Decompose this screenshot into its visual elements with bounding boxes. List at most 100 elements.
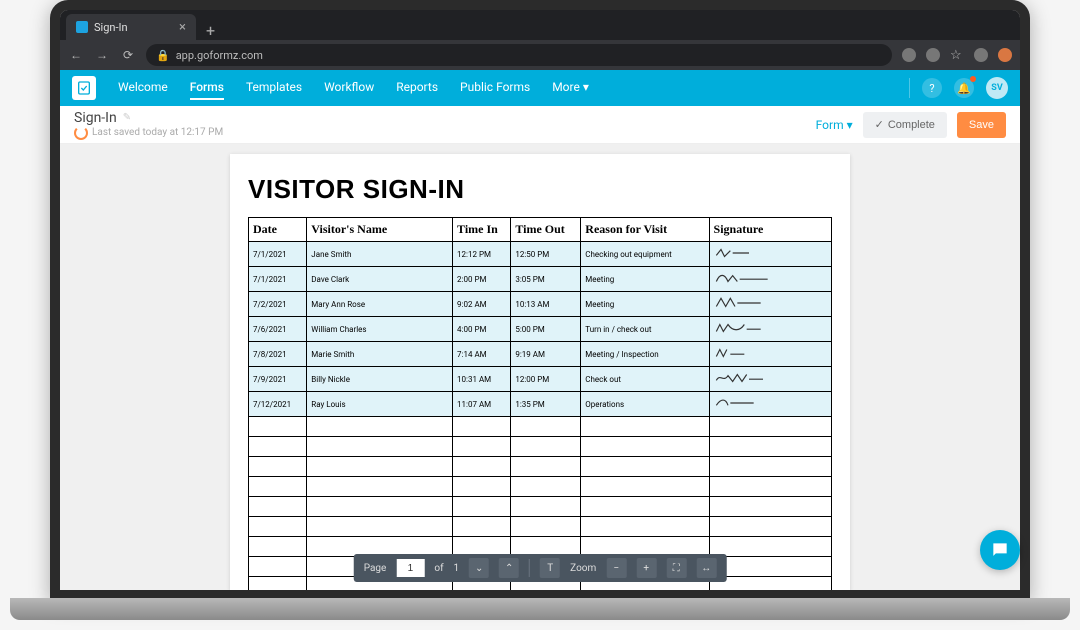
table-row[interactable]: 7/1/2021Dave Clark2:00 PM3:05 PMMeeting: [249, 267, 832, 292]
signature-cell[interactable]: [709, 342, 831, 367]
empty-cell[interactable]: [307, 437, 453, 457]
empty-cell[interactable]: [709, 477, 831, 497]
table-row-empty[interactable]: [249, 497, 832, 517]
empty-cell[interactable]: [249, 417, 307, 437]
empty-cell[interactable]: [453, 477, 511, 497]
table-row[interactable]: 7/8/2021Marie Smith7:14 AM9:19 AMMeeting…: [249, 342, 832, 367]
next-page-icon[interactable]: ⌄: [469, 558, 489, 578]
table-row[interactable]: 7/1/2021Jane Smith12:12 PM12:50 PMChecki…: [249, 242, 832, 267]
empty-cell[interactable]: [511, 457, 581, 477]
cell-date[interactable]: 7/2/2021: [249, 292, 307, 317]
empty-cell[interactable]: [249, 517, 307, 537]
cell-out[interactable]: 12:50 PM: [511, 242, 581, 267]
cell-reason[interactable]: Meeting: [581, 292, 709, 317]
tool-button[interactable]: T: [540, 558, 560, 578]
cell-name[interactable]: William Charles: [307, 317, 453, 342]
nav-item-more[interactable]: More ▾: [552, 76, 589, 100]
table-row-empty[interactable]: [249, 517, 832, 537]
signature-cell[interactable]: [709, 267, 831, 292]
fit-page-icon[interactable]: ⛶: [666, 558, 686, 578]
notifications-icon[interactable]: 🔔: [954, 78, 974, 98]
empty-cell[interactable]: [581, 457, 709, 477]
empty-cell[interactable]: [709, 577, 831, 591]
empty-cell[interactable]: [709, 537, 831, 557]
empty-cell[interactable]: [249, 537, 307, 557]
empty-cell[interactable]: [453, 517, 511, 537]
empty-cell[interactable]: [581, 417, 709, 437]
save-button[interactable]: Save: [957, 112, 1006, 138]
signature-cell[interactable]: [709, 392, 831, 417]
nav-item-reports[interactable]: Reports: [396, 76, 438, 100]
table-row[interactable]: 7/6/2021William Charles4:00 PM5:00 PMTur…: [249, 317, 832, 342]
empty-cell[interactable]: [511, 437, 581, 457]
page-number-input[interactable]: [396, 559, 424, 577]
cell-reason[interactable]: Meeting: [581, 267, 709, 292]
cell-name[interactable]: Marie Smith: [307, 342, 453, 367]
extension-icon[interactable]: [926, 48, 940, 62]
cell-out[interactable]: 5:00 PM: [511, 317, 581, 342]
signature-cell[interactable]: [709, 367, 831, 392]
help-icon[interactable]: ?: [922, 78, 942, 98]
browser-tab-active[interactable]: Sign-In ×: [66, 14, 196, 40]
cell-name[interactable]: Billy Nickle: [307, 367, 453, 392]
empty-cell[interactable]: [709, 497, 831, 517]
empty-cell[interactable]: [249, 437, 307, 457]
empty-cell[interactable]: [709, 517, 831, 537]
nav-item-public-forms[interactable]: Public Forms: [460, 76, 530, 100]
nav-item-templates[interactable]: Templates: [246, 76, 302, 100]
empty-cell[interactable]: [511, 417, 581, 437]
back-icon[interactable]: ←: [68, 48, 84, 62]
nav-item-welcome[interactable]: Welcome: [118, 76, 168, 100]
cell-date[interactable]: 7/1/2021: [249, 267, 307, 292]
cell-out[interactable]: 1:35 PM: [511, 392, 581, 417]
cell-in[interactable]: 2:00 PM: [453, 267, 511, 292]
signature-cell[interactable]: [709, 242, 831, 267]
new-tab-button[interactable]: +: [196, 21, 225, 40]
cell-date[interactable]: 7/12/2021: [249, 392, 307, 417]
empty-cell[interactable]: [709, 437, 831, 457]
cell-reason[interactable]: Meeting / Inspection: [581, 342, 709, 367]
empty-cell[interactable]: [581, 497, 709, 517]
nav-item-workflow[interactable]: Workflow: [324, 76, 374, 100]
empty-cell[interactable]: [709, 457, 831, 477]
form-view-dropdown[interactable]: Form ▾: [816, 118, 853, 132]
zoom-out-icon[interactable]: −: [606, 558, 626, 578]
cell-date[interactable]: 7/8/2021: [249, 342, 307, 367]
empty-cell[interactable]: [249, 457, 307, 477]
empty-cell[interactable]: [453, 457, 511, 477]
empty-cell[interactable]: [453, 417, 511, 437]
cell-out[interactable]: 3:05 PM: [511, 267, 581, 292]
forward-icon[interactable]: →: [94, 48, 110, 62]
empty-cell[interactable]: [511, 517, 581, 537]
empty-cell[interactable]: [581, 477, 709, 497]
empty-cell[interactable]: [511, 497, 581, 517]
table-row[interactable]: 7/2/2021Mary Ann Rose9:02 AM10:13 AMMeet…: [249, 292, 832, 317]
fit-width-icon[interactable]: ↔: [696, 558, 716, 578]
extensions-menu-icon[interactable]: [974, 48, 988, 62]
cell-name[interactable]: Dave Clark: [307, 267, 453, 292]
cell-name[interactable]: Ray Louis: [307, 392, 453, 417]
cell-date[interactable]: 7/9/2021: [249, 367, 307, 392]
cell-date[interactable]: 7/1/2021: [249, 242, 307, 267]
user-avatar[interactable]: SV: [986, 77, 1008, 99]
empty-cell[interactable]: [307, 477, 453, 497]
browser-profile-avatar[interactable]: [998, 48, 1012, 62]
table-row-empty[interactable]: [249, 457, 832, 477]
empty-cell[interactable]: [511, 477, 581, 497]
cell-in[interactable]: 4:00 PM: [453, 317, 511, 342]
bookmark-icon[interactable]: ☆: [950, 48, 964, 62]
chat-widget-button[interactable]: [980, 530, 1020, 570]
signature-cell[interactable]: [709, 292, 831, 317]
empty-cell[interactable]: [249, 557, 307, 577]
nav-item-forms[interactable]: Forms: [190, 76, 224, 100]
empty-cell[interactable]: [249, 477, 307, 497]
table-row[interactable]: 7/12/2021Ray Louis11:07 AM1:35 PMOperati…: [249, 392, 832, 417]
empty-cell[interactable]: [307, 497, 453, 517]
empty-cell[interactable]: [581, 437, 709, 457]
app-logo[interactable]: [72, 76, 96, 100]
table-row-empty[interactable]: [249, 477, 832, 497]
zoom-in-icon[interactable]: +: [636, 558, 656, 578]
cell-reason[interactable]: Checking out equipment: [581, 242, 709, 267]
signature-cell[interactable]: [709, 317, 831, 342]
table-row-empty[interactable]: [249, 417, 832, 437]
